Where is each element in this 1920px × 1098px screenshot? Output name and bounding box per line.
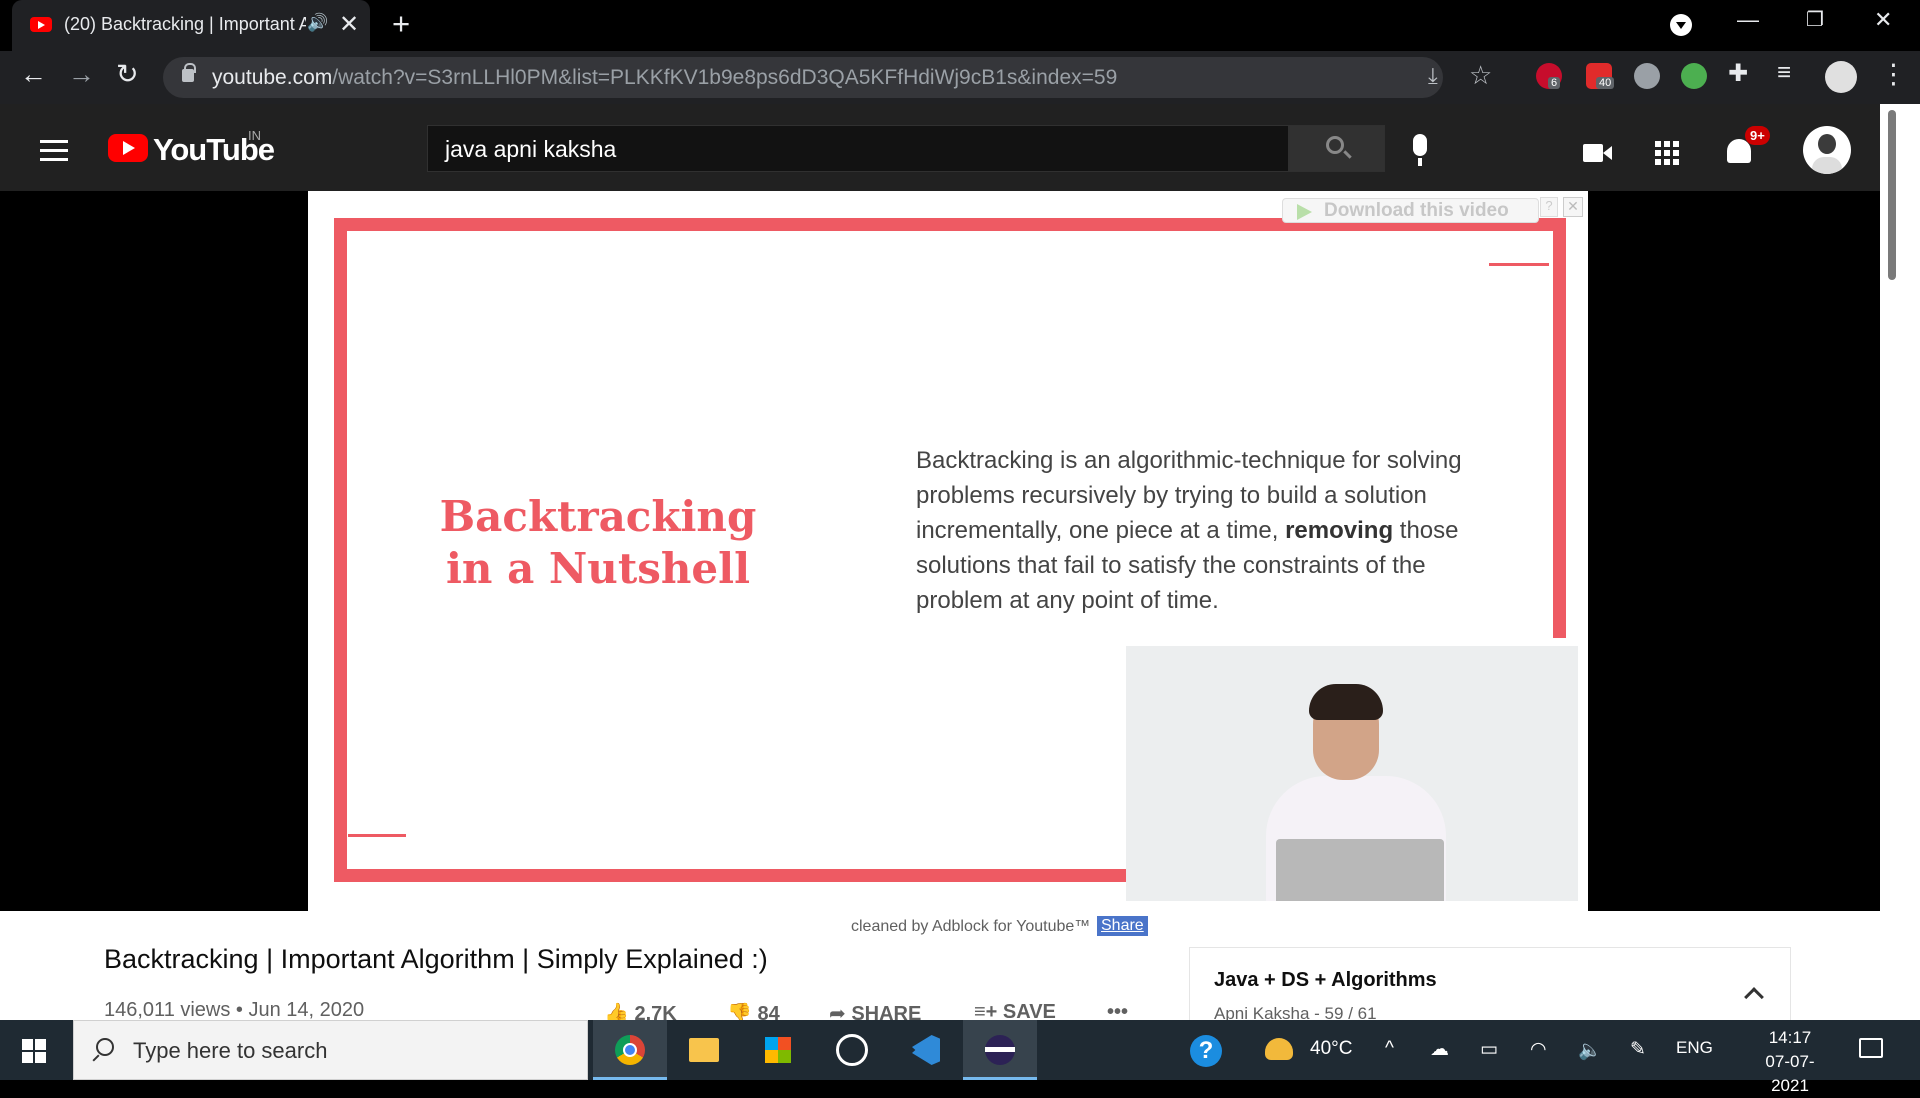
video-title: Backtracking | Important Algorithm | Sim… <box>104 944 768 974</box>
slide-border-right <box>1553 218 1566 638</box>
page-scrollbar[interactable] <box>1880 104 1920 1020</box>
adblock-note: cleaned by Adblock for Youtube™ <box>851 918 1091 935</box>
adblock-share-link[interactable]: Share <box>1097 916 1148 936</box>
cloud-extension-icon[interactable] <box>1634 63 1660 89</box>
tab-close-icon[interactable]: ✕ <box>339 10 359 39</box>
views-and-date: 146,011 views • Jun 14, 2020 <box>104 999 365 1021</box>
vscode-taskbar-icon[interactable] <box>889 1020 963 1080</box>
slide-border-left <box>334 218 347 882</box>
temperature[interactable]: 40°C <box>1310 1038 1352 1060</box>
play-icon <box>1297 204 1312 220</box>
youtube-favicon-icon <box>30 17 52 32</box>
chevron-up-icon[interactable]: ^ <box>1385 1038 1394 1060</box>
help-icon[interactable]: ? <box>1190 1035 1222 1067</box>
clock-date: 07-07-2021 <box>1765 1052 1815 1095</box>
scrollbar-thumb[interactable] <box>1888 110 1896 280</box>
playlist-panel[interactable]: Java + DS + Algorithms Apni Kaksha - 59 … <box>1189 947 1791 1027</box>
account-avatar[interactable] <box>1803 126 1851 174</box>
weather-icon[interactable] <box>1265 1038 1293 1060</box>
slide-accent-line <box>348 834 406 837</box>
microphone-icon[interactable] <box>1413 134 1427 166</box>
chrome-menu-icon[interactable]: ⋮ <box>1880 59 1907 90</box>
volume-icon[interactable]: 🔈 <box>1578 1038 1602 1062</box>
download-video-button[interactable]: Download this video <box>1282 198 1539 223</box>
notification-center-icon[interactable] <box>1859 1038 1883 1058</box>
install-app-icon[interactable]: ⤓ <box>1428 63 1438 89</box>
taskbar-search-box[interactable]: Type here to search <box>73 1020 588 1080</box>
presenter-hair <box>1309 684 1383 720</box>
adblock-extension-icon[interactable]: 6 <box>1536 63 1562 89</box>
video-player[interactable]: Backtracking in a Nutshell Backtracking … <box>0 191 1880 911</box>
restore-icon[interactable]: ❐ <box>1806 7 1824 32</box>
slide-accent-line <box>1489 263 1549 266</box>
taskbar-search-placeholder[interactable]: Type here to search <box>133 1038 327 1064</box>
profile-avatar[interactable] <box>1825 61 1857 93</box>
slide-heading: Backtracking in a Nutshell <box>439 492 757 593</box>
minimize-icon[interactable]: — <box>1737 7 1759 33</box>
video-downloader-extension-icon[interactable]: 40 <box>1586 63 1615 89</box>
video-frame[interactable]: Backtracking in a Nutshell Backtracking … <box>308 191 1588 911</box>
search-button[interactable] <box>1289 125 1385 172</box>
speaker-icon[interactable]: 🔊 <box>307 13 328 33</box>
eclipse-taskbar-icon[interactable] <box>963 1020 1037 1080</box>
app-taskbar-icon[interactable] <box>815 1020 889 1080</box>
download-close-icon[interactable]: ✕ <box>1563 197 1583 217</box>
tab-strip: (20) Backtracking | Important Algorithm … <box>0 0 1920 51</box>
clock[interactable]: 14:17 07-07-2021 <box>1750 1026 1830 1098</box>
search-input[interactable]: java apni kaksha <box>427 125 1289 172</box>
battery-icon[interactable]: ▭ <box>1480 1038 1498 1061</box>
extensions-puzzle-icon[interactable]: ✚ <box>1728 59 1748 88</box>
wifi-icon[interactable]: ◠ <box>1530 1038 1547 1061</box>
media-controls-icon[interactable]: ≡ <box>1777 59 1791 87</box>
pen-icon[interactable]: ✎ <box>1630 1038 1646 1061</box>
language-indicator[interactable]: ENG <box>1676 1038 1713 1058</box>
presenter-webcam <box>1126 646 1578 901</box>
lock-icon[interactable] <box>182 63 196 82</box>
onedrive-cloud-icon[interactable]: ☁ <box>1430 1038 1449 1061</box>
address-bar[interactable]: youtube.com/watch?v=S3rnLLHl0PM&list=PLK… <box>163 57 1492 98</box>
windows-taskbar: Type here to search ? 40°C ^ ☁ ▭ ◠ 🔈 ✎ E… <box>0 1020 1920 1095</box>
download-help-icon[interactable]: ? <box>1540 197 1558 217</box>
search-icon <box>96 1038 114 1056</box>
hamburger-menu-icon[interactable] <box>40 140 68 162</box>
playlist-title[interactable]: Java + DS + Algorithms <box>1214 969 1437 992</box>
tab-title: (20) Backtracking | Important Algorithm … <box>64 14 306 34</box>
file-explorer-taskbar-icon[interactable] <box>667 1020 741 1080</box>
apps-grid-icon[interactable] <box>1655 141 1679 165</box>
watch-metadata: cleaned by Adblock for Youtube™ Share Ba… <box>0 911 1880 1027</box>
youtube-logo-icon[interactable] <box>108 134 148 162</box>
create-video-icon[interactable] <box>1583 144 1612 162</box>
windows-start-icon[interactable] <box>22 1039 46 1063</box>
search-icon <box>1326 136 1344 154</box>
search-query[interactable]: java apni kaksha <box>445 136 616 163</box>
back-icon[interactable]: ← <box>20 59 47 90</box>
youtube-masthead: YouTube IN java apni kaksha 9+ <box>0 104 1880 191</box>
reload-icon[interactable]: ↻ <box>116 59 139 90</box>
chrome-taskbar-icon[interactable] <box>593 1020 667 1080</box>
active-tab[interactable]: (20) Backtracking | Important Algorithm … <box>12 0 370 51</box>
window-close-icon[interactable]: ✕ <box>1874 7 1892 33</box>
bookmark-star-icon[interactable]: ☆ <box>1469 60 1492 91</box>
laptop <box>1276 839 1444 901</box>
slide-body: Backtracking is an algorithmic-technique… <box>916 447 1462 614</box>
tab-search-icon[interactable] <box>1670 14 1692 36</box>
new-tab-button[interactable]: + <box>392 6 410 42</box>
browser-toolbar: ← → ↻ youtube.com/watch?v=S3rnLLHl0PM&li… <box>0 51 1920 104</box>
chevron-up-icon[interactable] <box>1744 987 1764 1007</box>
forward-icon[interactable]: → <box>68 59 95 90</box>
color-extension-icon[interactable] <box>1681 63 1707 89</box>
url-text[interactable]: youtube.com/watch?v=S3rnLLHl0PM&list=PLK… <box>212 66 1117 90</box>
clock-time: 14:17 <box>1768 1028 1812 1047</box>
country-code: IN <box>248 128 261 143</box>
notification-badge: 9+ <box>1745 126 1770 145</box>
store-taskbar-icon[interactable] <box>741 1020 815 1080</box>
